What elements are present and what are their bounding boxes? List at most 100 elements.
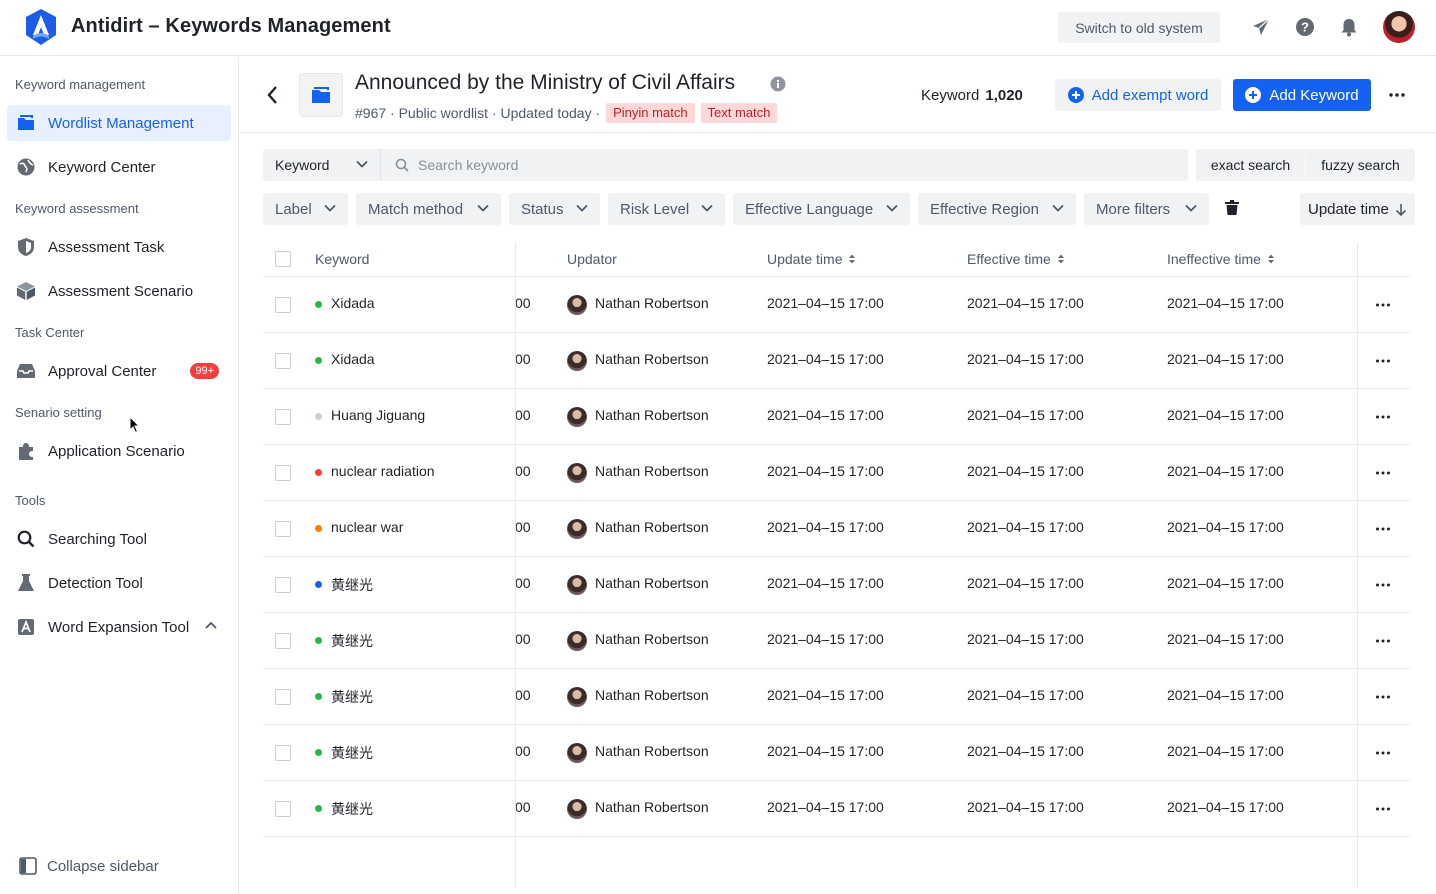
app-logo-icon[interactable] bbox=[24, 8, 58, 46]
filter-risk-level[interactable]: Risk Level bbox=[608, 193, 725, 225]
row-checkbox[interactable] bbox=[275, 689, 291, 705]
search-input[interactable] bbox=[386, 149, 1186, 181]
keyword-cell: 黄继光 bbox=[331, 577, 373, 593]
sidebar-item-assessment-scenario[interactable]: Assessment Scenario bbox=[7, 273, 231, 309]
row-checkbox[interactable] bbox=[275, 409, 291, 425]
switch-old-system-button[interactable]: Switch to old system bbox=[1058, 12, 1220, 43]
row-more-icon[interactable] bbox=[1375, 295, 1391, 315]
status-dot bbox=[315, 749, 322, 756]
sidebar-item-word-expansion-tool[interactable]: Word Expansion Tool bbox=[7, 609, 231, 645]
row-more-icon[interactable] bbox=[1375, 687, 1391, 707]
collapse-sidebar-button[interactable]: Collapse sidebar bbox=[19, 857, 159, 875]
wordlist-icon bbox=[299, 73, 343, 117]
row-more-icon[interactable] bbox=[1375, 463, 1391, 483]
table-row[interactable]: 黄继光 00 Nathan Robertson 2021–04–15 17:00… bbox=[263, 725, 1411, 781]
table-row[interactable]: Xidada 00 Nathan Robertson 2021–04–15 17… bbox=[263, 333, 1411, 389]
row-checkbox[interactable] bbox=[275, 801, 291, 817]
row-checkbox[interactable] bbox=[275, 297, 291, 313]
keyword-cell: Huang Jiguang bbox=[331, 407, 426, 423]
add-exempt-word-button[interactable]: Add exempt word bbox=[1055, 79, 1221, 111]
row-checkbox[interactable] bbox=[275, 577, 291, 593]
filter-status[interactable]: Status bbox=[509, 193, 600, 225]
search-type-select[interactable]: Keyword bbox=[263, 149, 381, 181]
table-row[interactable]: nuclear radiation 00 Nathan Robertson 20… bbox=[263, 445, 1411, 501]
table-row[interactable]: nuclear war 00 Nathan Robertson 2021–04–… bbox=[263, 501, 1411, 557]
sidebar-item-assessment-task[interactable]: Assessment Task bbox=[7, 229, 231, 265]
row-more-icon[interactable] bbox=[1375, 799, 1391, 819]
exact-search-button[interactable]: exact search bbox=[1196, 157, 1305, 173]
sidebar-item-approval-center[interactable]: Approval Center 99+ bbox=[7, 353, 231, 389]
update-time-cell: 2021–04–15 17:00 bbox=[767, 407, 884, 423]
column-effective-time[interactable]: Effective time bbox=[967, 251, 1065, 267]
column-ineffective-time[interactable]: Ineffective time bbox=[1167, 251, 1275, 267]
row-checkbox[interactable] bbox=[275, 521, 291, 537]
send-icon[interactable] bbox=[1250, 16, 1272, 38]
column-keyword: Keyword bbox=[315, 251, 369, 267]
sidebar-item-searching-tool[interactable]: Searching Tool bbox=[7, 521, 231, 557]
updator-cell: Nathan Robertson bbox=[595, 575, 709, 591]
row-checkbox[interactable] bbox=[275, 633, 291, 649]
filter-match-method[interactable]: Match method bbox=[356, 193, 501, 225]
row-more-icon[interactable] bbox=[1375, 631, 1391, 651]
user-avatar[interactable] bbox=[1383, 11, 1415, 43]
table-row[interactable]: 黄继光 00 Nathan Robertson 2021–04–15 17:00… bbox=[263, 613, 1411, 669]
sidebar-item-wordlist-management[interactable]: Wordlist Management bbox=[7, 105, 231, 141]
fuzzy-search-button[interactable]: fuzzy search bbox=[1306, 157, 1415, 173]
filter-label[interactable]: Label bbox=[263, 193, 348, 225]
search-icon bbox=[16, 529, 36, 549]
sidebar-item-label: Keyword Center bbox=[48, 158, 156, 176]
top-bar: Antidirt – Keywords Management Switch to… bbox=[0, 0, 1436, 56]
updator-cell: Nathan Robertson bbox=[595, 799, 709, 815]
truncated-cell: 00 bbox=[515, 351, 531, 367]
sidebar-item-keyword-center[interactable]: Keyword Center bbox=[7, 149, 231, 185]
bell-icon[interactable] bbox=[1338, 16, 1360, 38]
table-row[interactable]: Xidada 00 Nathan Robertson 2021–04–15 17… bbox=[263, 277, 1411, 333]
add-keyword-button[interactable]: Add Keyword bbox=[1233, 79, 1371, 111]
row-more-icon[interactable] bbox=[1375, 575, 1391, 595]
updator-cell: Nathan Robertson bbox=[595, 631, 709, 647]
table-row[interactable]: Huang Jiguang 00 Nathan Robertson 2021–0… bbox=[263, 389, 1411, 445]
row-more-icon[interactable] bbox=[1375, 519, 1391, 539]
filter-effective-region[interactable]: Effective Region bbox=[918, 193, 1076, 225]
chevron-down-icon bbox=[477, 204, 489, 212]
filter-effective-language[interactable]: Effective Language bbox=[733, 193, 910, 225]
sort-update-time-button[interactable]: Update time bbox=[1300, 193, 1415, 225]
chevron-up-icon[interactable] bbox=[205, 621, 217, 629]
row-more-icon[interactable] bbox=[1375, 351, 1391, 371]
column-update-time[interactable]: Update time bbox=[767, 251, 856, 267]
wordlist-meta: #967 · Public wordlist · Updated today ·… bbox=[355, 103, 778, 123]
info-icon[interactable] bbox=[770, 76, 786, 92]
arrow-down-icon bbox=[1395, 204, 1407, 217]
chevron-down-icon bbox=[701, 204, 713, 212]
trash-icon[interactable] bbox=[1224, 199, 1240, 217]
row-checkbox[interactable] bbox=[275, 745, 291, 761]
update-time-cell: 2021–04–15 17:00 bbox=[767, 463, 884, 479]
sidebar: Keyword management Wordlist Management K… bbox=[0, 57, 239, 894]
row-checkbox[interactable] bbox=[275, 353, 291, 369]
updator-avatar bbox=[567, 295, 587, 315]
section-label-senario-setting: Senario setting bbox=[15, 405, 102, 420]
row-checkbox[interactable] bbox=[275, 465, 291, 481]
back-arrow-icon[interactable] bbox=[266, 85, 278, 105]
sidebar-item-label: Searching Tool bbox=[48, 530, 147, 548]
help-icon[interactable]: ? bbox=[1294, 16, 1316, 38]
search-type-label: Keyword bbox=[275, 157, 330, 173]
more-options-icon[interactable] bbox=[1388, 85, 1406, 105]
mouse-cursor-icon bbox=[129, 416, 141, 434]
plus-circle-icon bbox=[1067, 87, 1084, 103]
effective-time-cell: 2021–04–15 17:00 bbox=[967, 799, 1084, 815]
table-row[interactable]: 黄继光 00 Nathan Robertson 2021–04–15 17:00… bbox=[263, 781, 1411, 837]
section-label-keyword-management: Keyword management bbox=[15, 77, 146, 92]
sort-icon bbox=[849, 254, 856, 264]
select-all-checkbox[interactable] bbox=[275, 251, 291, 267]
sidebar-collapse-icon bbox=[19, 857, 37, 875]
sidebar-item-detection-tool[interactable]: Detection Tool bbox=[7, 565, 231, 601]
table-row[interactable]: 黄继光 00 Nathan Robertson 2021–04–15 17:00… bbox=[263, 557, 1411, 613]
table-row[interactable]: 黄继光 00 Nathan Robertson 2021–04–15 17:00… bbox=[263, 669, 1411, 725]
sidebar-item-application-scenario[interactable]: Application Scenario bbox=[7, 433, 231, 469]
row-more-icon[interactable] bbox=[1375, 743, 1391, 763]
row-more-icon[interactable] bbox=[1375, 407, 1391, 427]
ineffective-time-cell: 2021–04–15 17:00 bbox=[1167, 799, 1284, 815]
ineffective-time-cell: 2021–04–15 17:00 bbox=[1167, 575, 1284, 591]
filter-more-filters[interactable]: More filters bbox=[1084, 193, 1209, 225]
